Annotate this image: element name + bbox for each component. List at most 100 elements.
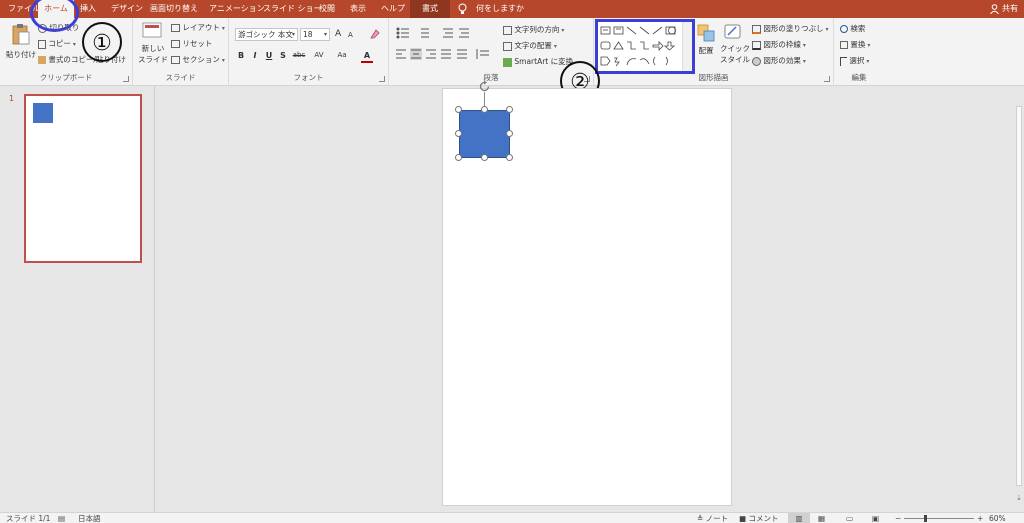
font-name-dropdown[interactable]: 游ゴシック 本文 ▾: [235, 28, 298, 41]
slide-thumbnail-pane: 1: [0, 86, 155, 512]
paste-button[interactable]: 貼り付け: [6, 22, 36, 60]
zoom-level[interactable]: 60%: [989, 513, 1006, 523]
font-size-dropdown[interactable]: 18 ▾: [300, 28, 330, 41]
font-name-value: 游ゴシック 本文: [238, 30, 293, 39]
layout-label: レイアウト: [182, 23, 220, 32]
share-button[interactable]: 共有: [990, 0, 1018, 18]
shape-fill-button[interactable]: 図形の塗りつぶし ▾: [752, 23, 828, 35]
slideshow-view-icon[interactable]: ▣: [872, 513, 879, 523]
shape-effects-button[interactable]: 図形の効果 ▾: [752, 55, 806, 67]
language-indicator[interactable]: 日本語: [78, 513, 101, 523]
zoom-out-button[interactable]: −: [895, 513, 901, 523]
font-color-button[interactable]: A: [361, 51, 373, 63]
resize-handle-top-left[interactable]: [455, 106, 462, 113]
highlight-shapes-gallery: [595, 19, 695, 74]
dialog-launcher-icon[interactable]: [824, 76, 830, 82]
arrange-button[interactable]: 配置: [695, 24, 717, 56]
dialog-launcher-icon[interactable]: [379, 76, 385, 82]
chevron-down-icon: ▾: [221, 25, 225, 32]
comments-button[interactable]: ■ コメント: [739, 513, 778, 523]
char-spacing-button[interactable]: AV: [311, 51, 327, 59]
resize-handle-top[interactable]: [481, 106, 488, 113]
new-slide-button[interactable]: 新しい スライド: [138, 22, 168, 65]
tab-format[interactable]: 書式: [410, 0, 450, 18]
scrollbar-thumb[interactable]: [1016, 106, 1022, 486]
notes-button[interactable]: ≜ ノート: [697, 513, 728, 523]
layout-button[interactable]: レイアウト ▾: [171, 22, 225, 34]
change-case-button[interactable]: Aa: [333, 51, 351, 59]
tab-animations[interactable]: アニメーション: [209, 0, 265, 18]
tell-me-search[interactable]: 何をしますか: [476, 0, 524, 18]
notes-label: ノート: [705, 514, 729, 523]
grow-font-button[interactable]: A: [335, 29, 341, 40]
group-label-slides: スライド: [165, 73, 196, 82]
resize-handle-bottom[interactable]: [481, 154, 488, 161]
alignment-buttons-icon[interactable]: [395, 48, 495, 60]
person-icon: [990, 3, 999, 14]
shape-outline-button[interactable]: 図形の枠線 ▾: [752, 39, 806, 51]
smartart-label: SmartArt に変換: [514, 57, 574, 66]
dialog-launcher-icon[interactable]: [123, 76, 129, 82]
section-label: セクション: [182, 55, 220, 64]
rotate-handle-icon[interactable]: [478, 80, 491, 93]
underline-button[interactable]: U: [263, 51, 275, 60]
zoom-in-button[interactable]: +: [977, 513, 983, 523]
chevron-down-icon: ▾: [561, 27, 565, 34]
smartart-button[interactable]: SmartArt に変換: [503, 56, 573, 67]
list-buttons-icon[interactable]: [395, 26, 481, 40]
cursor-icon: [840, 56, 847, 66]
group-label-editing: 編集: [851, 73, 867, 82]
slide-sorter-icon[interactable]: ▦: [818, 513, 825, 523]
group-editing: 検索 置換 ▾ 選択 ▾ 編集: [834, 18, 884, 86]
shrink-font-button[interactable]: A: [348, 30, 353, 41]
text-direction-label: 文字列の方向: [514, 25, 560, 34]
reset-button[interactable]: リセット: [171, 38, 212, 49]
chevron-down-icon: ▾: [802, 42, 806, 49]
align-text-button[interactable]: 文字の配置 ▾: [503, 40, 557, 52]
tab-view[interactable]: 表示: [350, 0, 366, 18]
tab-review[interactable]: 校閲: [319, 0, 335, 18]
quick-styles-button[interactable]: クイック スタイル: [720, 24, 750, 65]
zoom-slider[interactable]: [904, 518, 974, 519]
spellcheck-icon[interactable]: ▤: [58, 513, 65, 523]
slide-thumbnail[interactable]: [24, 94, 142, 263]
tab-transitions[interactable]: 画面切り替え: [150, 0, 198, 18]
resize-handle-right[interactable]: [506, 130, 513, 137]
chevron-down-icon: ▾: [825, 26, 829, 33]
new-slide-icon: [142, 22, 162, 38]
shadow-button[interactable]: S: [277, 51, 289, 60]
resize-handle-bottom-left[interactable]: [455, 154, 462, 161]
tab-design[interactable]: デザイン: [111, 0, 143, 18]
vertical-scrollbar[interactable]: ⇣: [1014, 86, 1024, 512]
tab-help[interactable]: ヘルプ: [381, 0, 405, 18]
bold-button[interactable]: B: [235, 51, 247, 60]
resize-handle-bottom-right[interactable]: [506, 154, 513, 161]
copy-button[interactable]: コピー ▾: [38, 38, 76, 50]
ribbon-tab-bar: ファイル ホーム 挿入 デザイン 画面切り替え アニメーション スライド ショー…: [0, 0, 1024, 18]
status-bar: スライド 1/1 ▤ 日本語 ≜ ノート ■ コメント ▥ ▦ ▭ ▣ − + …: [0, 512, 1024, 523]
slide-info: スライド 1/1: [6, 514, 51, 523]
select-button[interactable]: 選択 ▾: [840, 55, 869, 67]
clear-formatting-icon[interactable]: [369, 28, 381, 40]
strikethrough-button[interactable]: abc: [291, 51, 307, 59]
quick-styles-icon: [724, 24, 741, 39]
resize-handle-left[interactable]: [455, 130, 462, 137]
scroll-down-icon[interactable]: ⇣: [1014, 494, 1024, 510]
tab-slideshow[interactable]: スライド ショー: [263, 0, 322, 18]
new-slide-label-2: スライド: [138, 55, 168, 64]
chevron-down-icon: ▾: [221, 57, 225, 64]
normal-view-icon[interactable]: ▥: [788, 513, 810, 523]
find-button[interactable]: 検索: [840, 23, 865, 34]
resize-handle-top-right[interactable]: [506, 106, 513, 113]
text-direction-button[interactable]: 文字列の方向 ▾: [503, 24, 564, 36]
italic-button[interactable]: I: [249, 51, 261, 60]
chevron-down-icon: ▾: [553, 43, 557, 50]
reading-view-icon[interactable]: ▭: [846, 513, 853, 523]
search-icon: [840, 25, 848, 33]
replace-label: 置換: [850, 40, 866, 49]
tab-insert[interactable]: 挿入: [80, 0, 96, 18]
section-button[interactable]: セクション ▾: [171, 54, 225, 66]
rectangle-shape[interactable]: [459, 110, 510, 158]
zoom-slider-handle[interactable]: [924, 515, 927, 522]
replace-button[interactable]: 置換 ▾: [840, 39, 870, 51]
